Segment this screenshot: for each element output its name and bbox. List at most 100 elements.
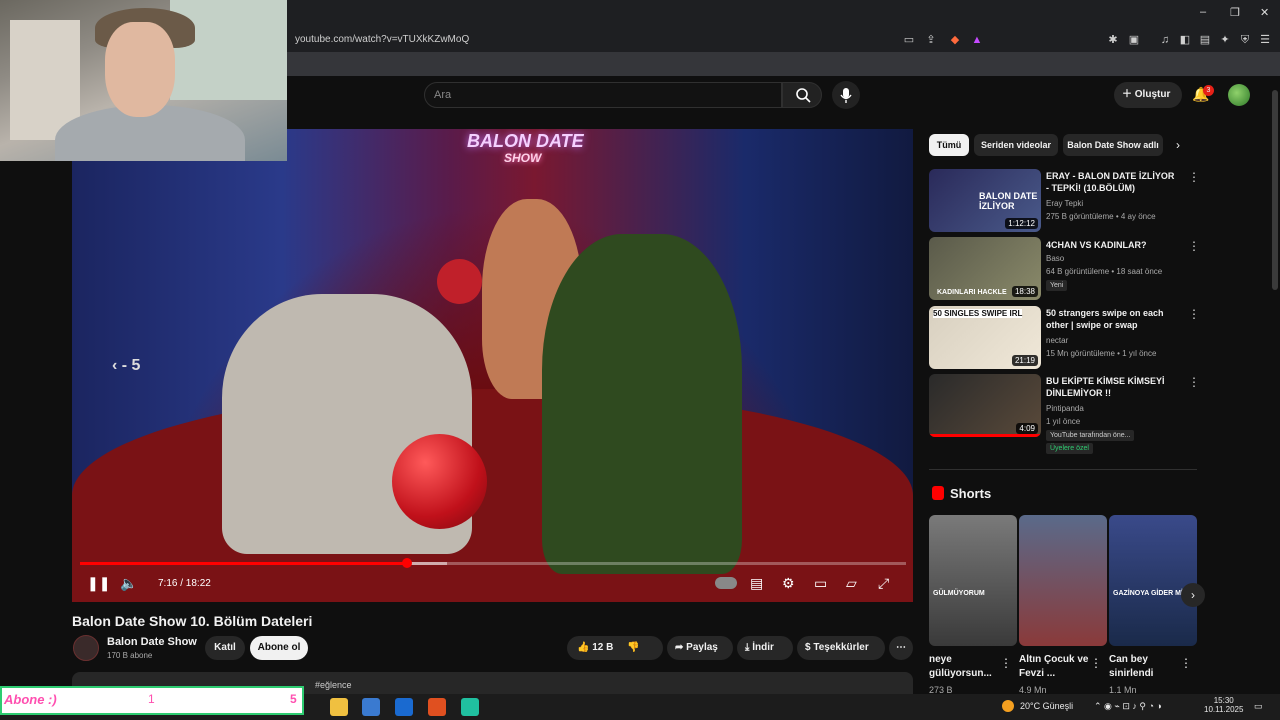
chip-series[interactable]: Seriden videolar	[974, 134, 1058, 156]
share-arrow-icon: ➦	[675, 642, 687, 653]
short-menu-icon[interactable]: ⋮	[1090, 656, 1102, 670]
pause-icon[interactable]: ❚❚	[87, 575, 110, 592]
rec-menu-icon[interactable]: ⋮	[1188, 170, 1200, 184]
page-scrollbar[interactable]	[1272, 90, 1278, 290]
chip-all[interactable]: Tümü	[929, 134, 969, 156]
rec-menu-icon[interactable]: ⋮	[1188, 375, 1200, 389]
person-right	[542, 234, 742, 574]
voice-search-button[interactable]	[832, 81, 860, 109]
wallet-icon[interactable]: ▤	[1198, 33, 1212, 47]
theater-mode-icon[interactable]: ▭	[814, 575, 827, 592]
search-input[interactable]	[424, 82, 782, 108]
share-button[interactable]: ➦ Paylaş	[667, 636, 733, 660]
thanks-button[interactable]: $ Teşekkürler	[797, 636, 885, 660]
shorts-next-icon[interactable]: ›	[1181, 583, 1205, 607]
search-button[interactable]	[782, 82, 822, 108]
description-hashtag[interactable]: #eğlence	[315, 680, 352, 690]
app-taskbar-icon[interactable]	[461, 698, 479, 716]
short-title[interactable]: Can bey sinirlendi	[1109, 653, 1189, 681]
chevron-right-icon[interactable]: ›	[1176, 138, 1180, 152]
short-thumbnail[interactable]: GAZİNOYA GİDER Mİ	[1109, 515, 1197, 646]
download-button[interactable]: ⤓ İndir	[737, 636, 793, 660]
subscriber-goal-label: Abone :)	[4, 692, 57, 707]
chip-channel[interactable]: Balon Date Show adlı	[1063, 134, 1163, 156]
short-thumbnail[interactable]: GÜLMÜYORUM	[929, 515, 1017, 646]
menu-icon[interactable]: ☰	[1258, 33, 1272, 47]
rec-thumbnail[interactable]: 50 SINGLES SWIPE IRL 21:19	[929, 306, 1041, 369]
progress-scrubber[interactable]	[402, 558, 412, 568]
time-display: 7:16 / 18:22	[158, 578, 211, 589]
rec-channel[interactable]: Eray Tepki	[1046, 199, 1083, 208]
share-icon[interactable]: ⇪	[924, 33, 938, 47]
account-avatar[interactable]	[1228, 84, 1250, 106]
clock[interactable]: 15:30 10.11.2025	[1204, 696, 1243, 714]
file-explorer-icon[interactable]	[330, 698, 348, 716]
new-badge: Yeni	[1046, 280, 1068, 291]
fullscreen-icon[interactable]: ⤢	[878, 575, 889, 592]
plus-icon: ＋	[1122, 89, 1135, 100]
streamer-face	[105, 22, 175, 117]
weather-icon	[1002, 700, 1014, 712]
short-menu-icon[interactable]: ⋮	[1000, 656, 1012, 670]
brave-shield-icon[interactable]: ◆	[948, 33, 962, 47]
store-icon[interactable]	[362, 698, 380, 716]
subtitles-icon[interactable]: ▤	[750, 575, 763, 592]
minimize-icon[interactable]: –	[1200, 6, 1206, 18]
rewards-icon[interactable]: ▲	[970, 33, 984, 47]
music-icon[interactable]: ♫	[1158, 33, 1172, 47]
outlook-icon[interactable]	[395, 698, 413, 716]
rec-menu-icon[interactable]: ⋮	[1188, 307, 1200, 321]
rec-menu-icon[interactable]: ⋮	[1188, 239, 1200, 253]
join-button[interactable]: Katıl	[205, 636, 245, 660]
sidebar-icon[interactable]: ◧	[1178, 33, 1192, 47]
red-balloon-center	[392, 434, 487, 529]
autoplay-toggle[interactable]	[715, 577, 737, 589]
media-icon[interactable]: ▣	[1127, 33, 1141, 47]
search-placeholder: Ara	[434, 89, 452, 101]
thumbs-down-icon[interactable]: 👎	[627, 642, 639, 653]
rec-title[interactable]: ERAY - BALON DATE İZLİYOR - TEPKİ! (10.B…	[1046, 170, 1176, 194]
rec-title[interactable]: 50 strangers swipe on each other | swipe…	[1046, 307, 1176, 331]
divider	[929, 469, 1197, 470]
subscriber-count: 170 B abone	[107, 651, 153, 660]
restore-icon[interactable]: ❐	[1230, 6, 1240, 19]
rec-channel[interactable]: nectar	[1046, 336, 1068, 345]
rec-channel[interactable]: Pintipanda	[1046, 404, 1084, 413]
url-text[interactable]: youtube.com/watch?v=vTUXkKZwMoQ	[295, 34, 469, 45]
webcam-overlay	[0, 0, 287, 161]
rec-title[interactable]: 4CHAN VS KADINLAR?	[1046, 239, 1176, 251]
leo-icon[interactable]: ✦	[1218, 33, 1232, 47]
rec-title[interactable]: BU EKİPTE KİMSE KİMSEYİ DİNLEMİYOR !!	[1046, 375, 1176, 399]
rec-thumbnail[interactable]: KADINLARI HACKLE 18:38	[929, 237, 1041, 300]
rec-thumbnail[interactable]: BALON DATE İZLİYOR 1:12:12	[929, 169, 1041, 232]
short-title[interactable]: neye gülüyorsun...	[929, 653, 1009, 681]
notification-center-icon[interactable]: ▭	[1254, 701, 1263, 712]
extensions-icon[interactable]: ✱	[1106, 33, 1120, 47]
rec-meta: 1 yıl önce	[1046, 417, 1081, 426]
tray-icons[interactable]: ⌃ ◉ ⌁ ⊡ ♪ ⚲ ◔ ◑	[1094, 701, 1162, 712]
create-button[interactable]: ＋ Oluştur	[1114, 82, 1182, 108]
channel-name[interactable]: Balon Date Show	[107, 636, 197, 648]
cast-icon[interactable]: ▱	[846, 575, 857, 592]
settings-gear-icon[interactable]: ⚙	[782, 575, 795, 592]
notification-count-badge: 3	[1203, 85, 1214, 96]
short-title[interactable]: Altın Çocuk ve Fevzi ...	[1019, 653, 1099, 681]
channel-avatar[interactable]	[73, 635, 99, 661]
rec-meta: 64 B görüntüleme • 18 saat önce	[1046, 267, 1163, 276]
brave-taskbar-icon[interactable]	[428, 698, 446, 716]
close-icon[interactable]: ✕	[1260, 6, 1269, 19]
subscribe-button[interactable]: Abone ol	[250, 636, 308, 660]
rec-thumbnail[interactable]: 4:09	[929, 374, 1041, 437]
vpn-icon[interactable]: ⛨	[1238, 33, 1252, 47]
more-actions-icon[interactable]: ⋯	[889, 636, 913, 660]
volume-icon[interactable]: 🔈	[120, 575, 137, 592]
subscriber-goal-current: 1	[148, 692, 155, 706]
rec-channel[interactable]: Baso	[1046, 254, 1064, 263]
weather-text[interactable]: 20°C Güneşli	[1020, 701, 1073, 711]
like-button[interactable]: 👍 12 B 👎	[567, 636, 663, 660]
short-thumbnail[interactable]	[1019, 515, 1107, 646]
short-menu-icon[interactable]: ⋮	[1180, 656, 1192, 670]
sofa	[72, 389, 913, 602]
tab-search-icon[interactable]: ▭	[902, 33, 916, 47]
video-player[interactable]: BALON DATE SHOW ‹ - 5	[72, 129, 913, 602]
